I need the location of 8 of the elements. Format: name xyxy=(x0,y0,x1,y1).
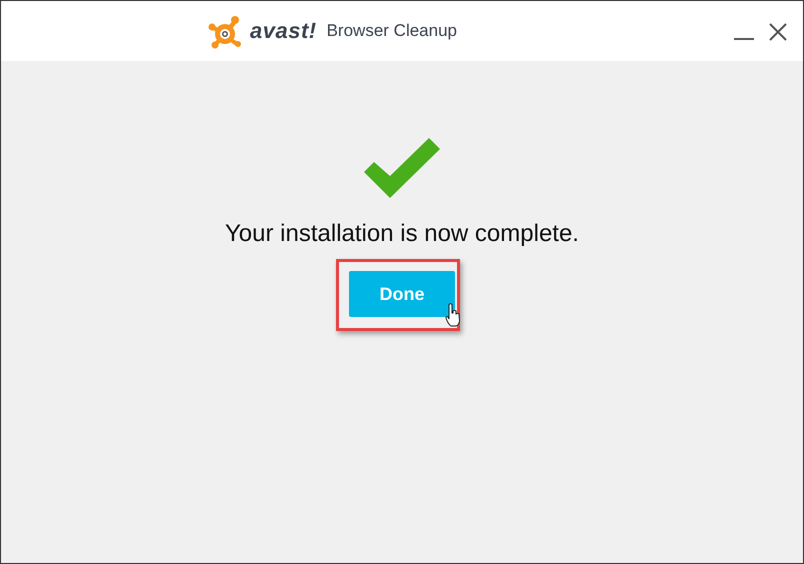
done-button[interactable]: Done xyxy=(349,271,455,317)
hand-cursor-icon xyxy=(445,303,461,327)
completion-message: Your installation is now complete. xyxy=(225,220,579,248)
minimize-icon[interactable] xyxy=(734,37,754,41)
window-title: Browser Cleanup xyxy=(326,21,457,41)
checkmark-icon xyxy=(364,138,440,198)
close-icon[interactable] xyxy=(768,22,788,42)
logo-wordmark: avast! xyxy=(250,18,317,44)
